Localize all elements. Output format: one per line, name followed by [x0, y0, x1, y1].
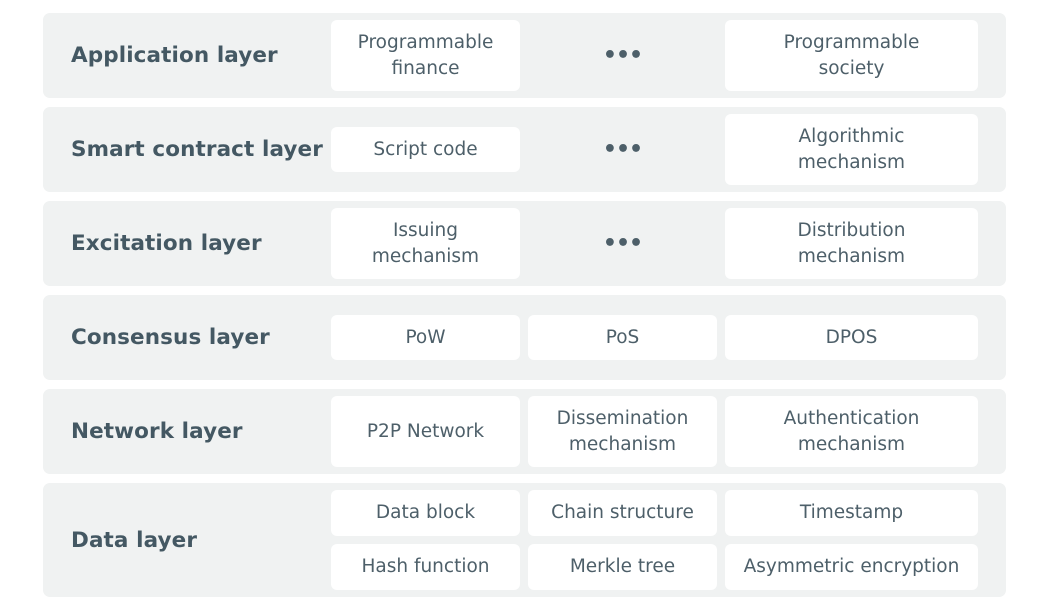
item-programmable-finance: Programmable finance — [331, 20, 520, 91]
ellipsis-icon: ••• — [602, 231, 643, 256]
network-layer: Network layer P2P Network Dissemination … — [43, 389, 1006, 474]
item-pow: PoW — [331, 315, 520, 360]
layer-label: Data layer — [71, 527, 198, 553]
data-layer: Data layer Data block Chain structure Ti… — [43, 483, 1006, 597]
smart-contract-layer: Smart contract layer Script code ••• Alg… — [43, 107, 1006, 192]
layer-label: Excitation layer — [71, 231, 262, 256]
item-programmable-society: Programmable society — [725, 20, 978, 91]
item-chain-structure: Chain structure — [528, 490, 717, 536]
item-hash-function: Hash function — [331, 544, 520, 590]
item-merkle-tree: Merkle tree — [528, 544, 717, 590]
excitation-layer: Excitation layer Issuing mechanism ••• D… — [43, 201, 1006, 286]
item-dpos: DPOS — [725, 315, 978, 360]
item-pos: PoS — [528, 315, 717, 360]
item-issuing-mechanism: Issuing mechanism — [331, 208, 520, 279]
layer-label: Application layer — [71, 43, 278, 68]
item-timestamp: Timestamp — [725, 490, 978, 536]
item-dissemination-mechanism: Dissemination mechanism — [528, 396, 717, 467]
layer-label: Consensus layer — [71, 325, 270, 350]
ellipsis-icon: ••• — [602, 43, 643, 68]
item-script-code: Script code — [331, 127, 520, 172]
consensus-layer: Consensus layer PoW PoS DPOS — [43, 295, 1006, 380]
item-asymmetric-encryption: Asymmetric encryption — [725, 544, 978, 590]
application-layer: Application layer Programmable finance •… — [43, 13, 1006, 98]
item-distribution-mechanism: Distribution mechanism — [725, 208, 978, 279]
ellipsis-icon: ••• — [602, 137, 643, 162]
layer-label: Network layer — [71, 419, 243, 444]
item-data-block: Data block — [331, 490, 520, 536]
item-authentication-mechanism: Authentication mechanism — [725, 396, 978, 467]
layer-label: Smart contract layer — [71, 137, 323, 162]
item-p2p-network: P2P Network — [331, 396, 520, 467]
item-algorithmic-mechanism: Algorithmic mechanism — [725, 114, 978, 185]
